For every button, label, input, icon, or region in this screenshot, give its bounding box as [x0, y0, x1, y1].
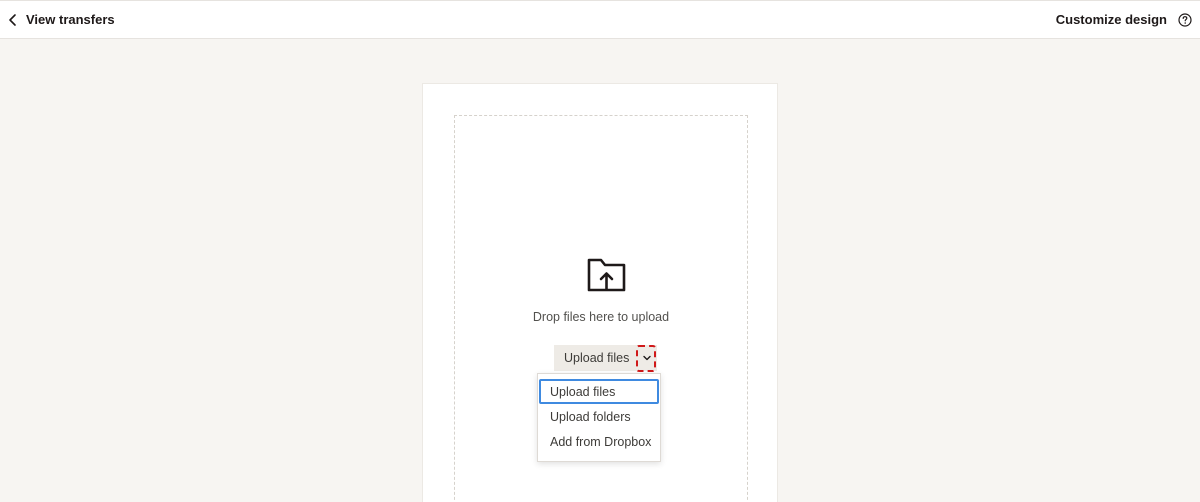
- view-transfers-label: View transfers: [26, 12, 115, 27]
- folder-upload-icon: [586, 256, 628, 294]
- help-circle-icon[interactable]: [1178, 12, 1192, 27]
- drop-files-hint: Drop files here to upload: [532, 310, 670, 324]
- chevron-left-icon: [6, 13, 20, 27]
- customize-design-link[interactable]: Customize design: [1056, 12, 1167, 27]
- top-bar: View transfers Customize design: [0, 0, 1200, 39]
- view-transfers-link[interactable]: View transfers: [6, 12, 115, 27]
- header-tools: Customize design: [1056, 12, 1192, 27]
- upload-options-toggle[interactable]: [636, 345, 658, 372]
- upload-split-button: Upload files: [554, 345, 658, 372]
- menu-item-add-from-dropbox[interactable]: Add from Dropbox: [538, 429, 660, 454]
- menu-item-upload-files[interactable]: Upload files: [539, 379, 659, 404]
- upload-options-menu: Upload files Upload folders Add from Dro…: [537, 373, 661, 462]
- chevron-down-icon: [642, 353, 652, 363]
- menu-item-upload-folders[interactable]: Upload folders: [538, 404, 660, 429]
- upload-files-button[interactable]: Upload files: [554, 345, 638, 371]
